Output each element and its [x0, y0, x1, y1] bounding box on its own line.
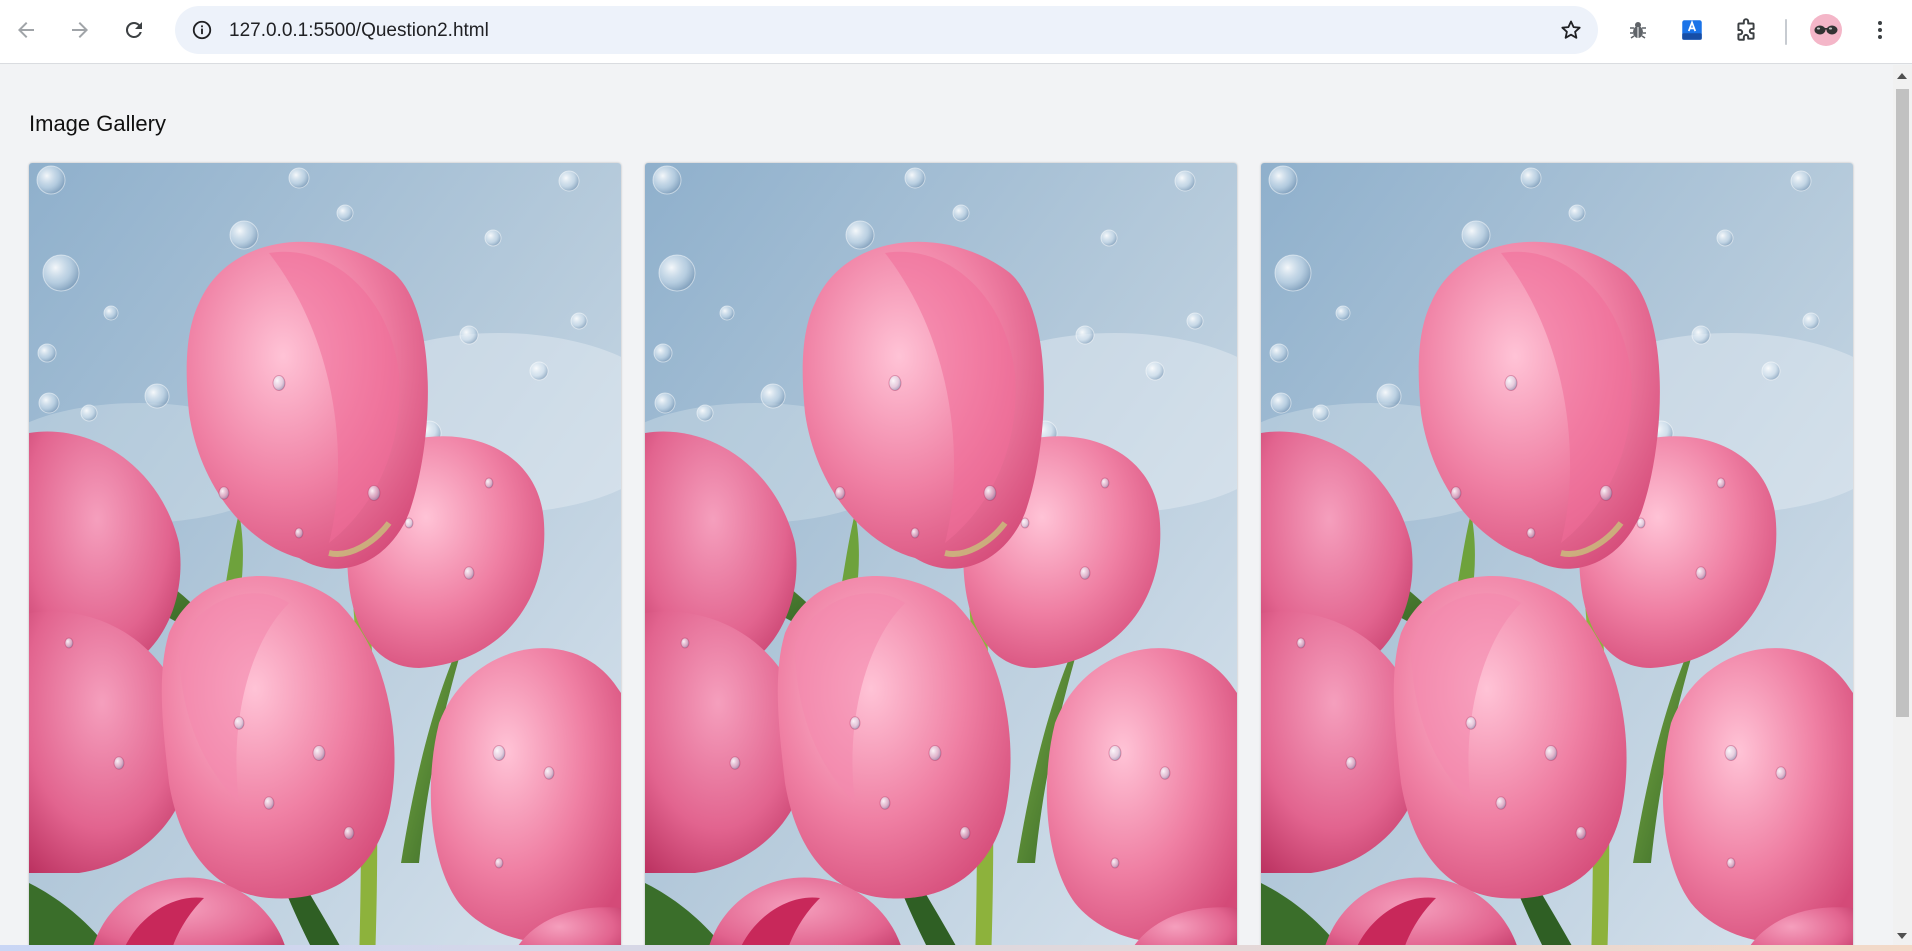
- info-icon: [192, 20, 212, 40]
- reload-icon: [125, 21, 142, 38]
- scroll-down-arrow[interactable]: [1897, 933, 1907, 939]
- gallery-image-2[interactable]: [645, 163, 1237, 945]
- profile-avatar[interactable]: [1810, 14, 1842, 46]
- extension-bug-button[interactable]: [1618, 10, 1658, 50]
- star-icon: [1561, 20, 1581, 39]
- browser-menu-button[interactable]: [1860, 10, 1900, 50]
- tulip-photo: [1261, 163, 1853, 945]
- scroll-thumb[interactable]: [1896, 89, 1909, 717]
- arrow-left-icon: [18, 22, 34, 38]
- extension-translate-button[interactable]: [1672, 10, 1712, 50]
- tulip-photo: [645, 163, 1237, 945]
- forward-button[interactable]: [60, 10, 100, 50]
- page-viewport: Image Gallery: [0, 65, 1893, 945]
- address-bar[interactable]: 127.0.0.1:5500/Question2.html: [175, 6, 1598, 54]
- gallery-image-3[interactable]: [1261, 163, 1853, 945]
- extensions-button[interactable]: [1726, 10, 1766, 50]
- site-info-button[interactable]: [187, 15, 217, 45]
- sunglasses-icon: [1814, 25, 1838, 35]
- page-title: Image Gallery: [29, 111, 166, 136]
- window-bottom-edge: [0, 945, 1912, 951]
- bookmark-button[interactable]: [1556, 15, 1586, 45]
- toolbar-separator: [1785, 19, 1787, 45]
- puzzle-icon: [1737, 18, 1755, 41]
- back-button[interactable]: [6, 10, 46, 50]
- translate-icon: [1682, 19, 1702, 40]
- image-gallery: [29, 163, 1853, 945]
- url-text[interactable]: 127.0.0.1:5500/Question2.html: [229, 20, 489, 42]
- kebab-menu-icon: [1878, 21, 1882, 39]
- arrow-right-icon: [72, 22, 88, 38]
- browser-toolbar: 127.0.0.1:5500/Question2.html: [0, 0, 1912, 64]
- bug-icon: [1630, 22, 1646, 39]
- gallery-image-1[interactable]: [29, 163, 621, 945]
- tulip-photo: [29, 163, 621, 945]
- reload-button[interactable]: [114, 10, 154, 50]
- page-scrollbar[interactable]: [1893, 65, 1912, 945]
- scroll-up-arrow[interactable]: [1897, 73, 1907, 79]
